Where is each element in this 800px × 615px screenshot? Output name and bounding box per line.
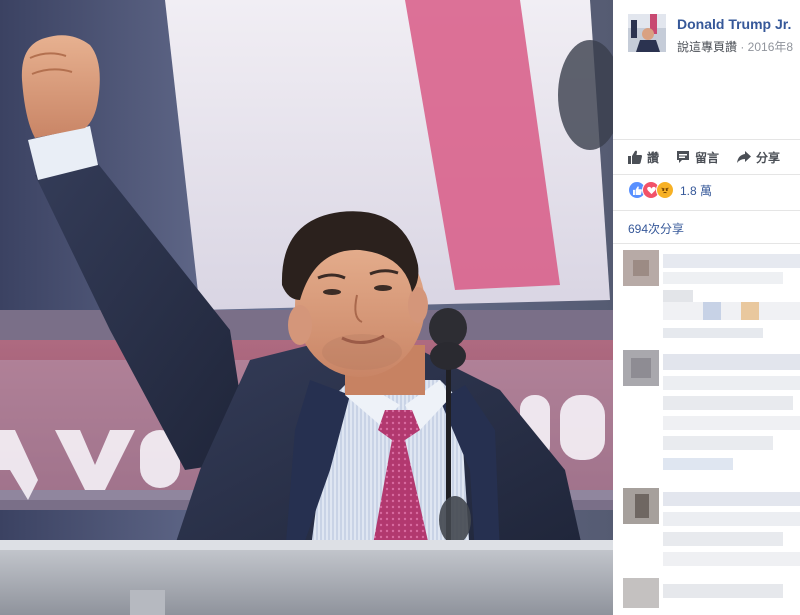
post-header: Donald Trump Jr. 說這專頁讚 · 2016年8	[628, 14, 800, 54]
page-name-link[interactable]: Donald Trump Jr.	[677, 16, 791, 32]
avatar-image	[628, 14, 666, 52]
thumbs-up-icon	[628, 150, 642, 164]
comment-icon	[677, 151, 689, 163]
like-label: 讚	[647, 150, 660, 165]
post-photo[interactable]	[0, 0, 613, 615]
comment-label: 留言	[695, 150, 720, 165]
like-button[interactable]: 讚	[628, 140, 659, 174]
comment-button[interactable]: 留言	[676, 140, 719, 174]
share-arrow-icon	[737, 151, 751, 163]
page-avatar[interactable]	[628, 14, 666, 52]
page-like-text[interactable]: 說這專頁讚	[677, 40, 737, 54]
reactions-summary[interactable]: 1.8 萬	[628, 180, 712, 200]
facebook-photo-viewer: Donald Trump Jr. 說這專頁讚 · 2016年8 讚 留言 分享 …	[0, 0, 800, 615]
pixelated-comment	[623, 350, 800, 480]
pixelated-comment	[623, 250, 800, 345]
photo-illustration	[0, 0, 613, 615]
divider	[613, 243, 800, 244]
share-count[interactable]: 694次分享	[628, 220, 684, 237]
action-bar: 讚 留言 分享	[613, 139, 800, 175]
share-button[interactable]: 分享	[737, 140, 780, 174]
divider	[613, 210, 800, 211]
post-sidebar: Donald Trump Jr. 說這專頁讚 · 2016年8 讚 留言 分享 …	[613, 0, 800, 615]
share-label: 分享	[756, 150, 781, 165]
post-meta: 說這專頁讚 · 2016年8	[677, 38, 793, 55]
post-date[interactable]: · 2016年8	[737, 40, 793, 54]
angry-reaction-icon	[656, 181, 674, 199]
reaction-icons	[628, 181, 674, 199]
reaction-count[interactable]: 1.8 萬	[680, 182, 712, 199]
pixelated-comment	[623, 488, 800, 613]
